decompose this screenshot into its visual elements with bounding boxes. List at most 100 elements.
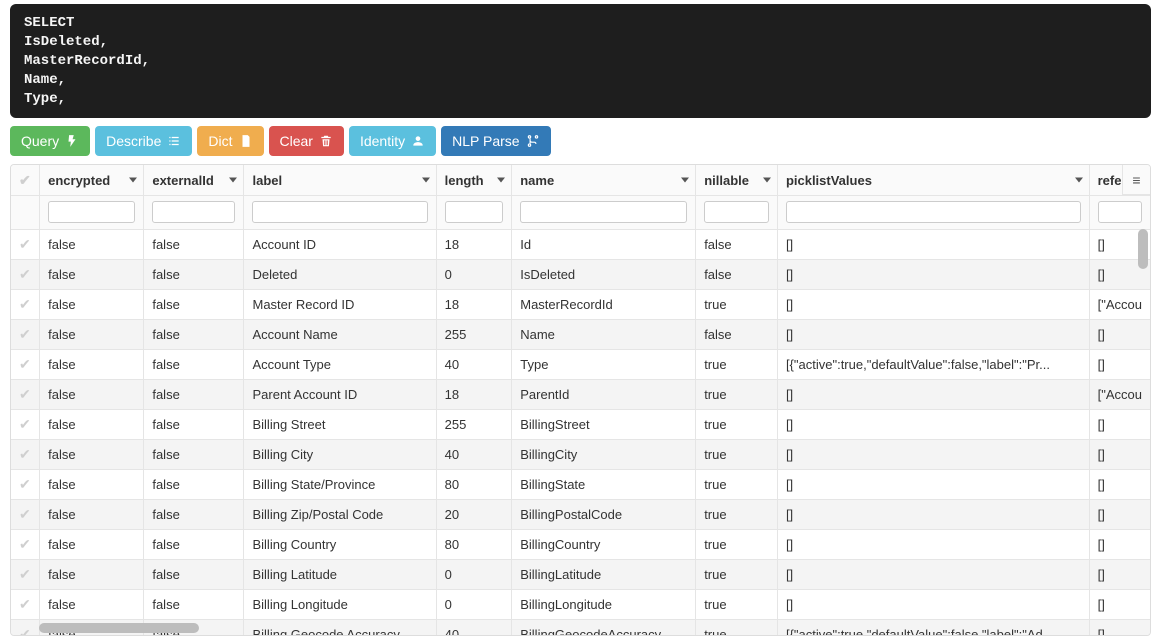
row-select[interactable]: ✔: [11, 319, 40, 349]
header-externalid[interactable]: externalId: [144, 165, 244, 195]
header-select-all[interactable]: ✔: [11, 165, 40, 195]
filter-encrypted-input[interactable]: [48, 201, 135, 223]
table-row[interactable]: ✔falsefalseAccount Name255Namefalse[][]: [11, 319, 1150, 349]
table-row[interactable]: ✔falsefalseAccount Type40Typetrue[{"acti…: [11, 349, 1150, 379]
chevron-down-icon: [129, 178, 137, 183]
row-select[interactable]: ✔: [11, 349, 40, 379]
cell-externalid: false: [144, 319, 244, 349]
header-name[interactable]: name: [512, 165, 696, 195]
cell-name: Name: [512, 319, 696, 349]
cell-encrypted: false: [40, 469, 144, 499]
horizontal-scrollbar-thumb[interactable]: [39, 623, 199, 633]
filter-label-input[interactable]: [252, 201, 427, 223]
filter-length-input[interactable]: [445, 201, 504, 223]
check-icon: ✔: [19, 236, 31, 252]
cell-length: 18: [436, 379, 512, 409]
cell-length: 255: [436, 409, 512, 439]
filter-name-input[interactable]: [520, 201, 687, 223]
cell-name: Id: [512, 229, 696, 259]
check-icon: ✔: [19, 326, 31, 342]
cell-nillable: true: [696, 469, 778, 499]
cell-name: BillingStreet: [512, 409, 696, 439]
row-select[interactable]: ✔: [11, 529, 40, 559]
identity-button[interactable]: Identity: [349, 126, 436, 156]
query-button[interactable]: Query: [10, 126, 90, 156]
describe-button-label: Describe: [106, 133, 161, 149]
cell-label: Deleted: [244, 259, 436, 289]
describe-button[interactable]: Describe: [95, 126, 192, 156]
vertical-scrollbar-thumb[interactable]: [1138, 229, 1148, 269]
table-row[interactable]: ✔falsefalseBilling State/Province80Billi…: [11, 469, 1150, 499]
row-select[interactable]: ✔: [11, 499, 40, 529]
cell-encrypted: false: [40, 259, 144, 289]
list-icon: [167, 134, 181, 148]
filter-nillable-input[interactable]: [704, 201, 769, 223]
sql-editor-panel[interactable]: SELECT IsDeleted, MasterRecordId, Name, …: [10, 4, 1151, 118]
cell-externalid: false: [144, 559, 244, 589]
cell-label: Billing Latitude: [244, 559, 436, 589]
table-row[interactable]: ✔falsefalseBilling Zip/Postal Code20Bill…: [11, 499, 1150, 529]
cell-encrypted: false: [40, 319, 144, 349]
query-button-label: Query: [21, 133, 59, 149]
cell-length: 80: [436, 469, 512, 499]
filter-reference-input[interactable]: [1098, 201, 1142, 223]
cell-externalid: false: [144, 379, 244, 409]
vertical-scrollbar[interactable]: [1138, 229, 1148, 633]
user-icon: [411, 134, 425, 148]
identity-button-label: Identity: [360, 133, 405, 149]
header-nillable[interactable]: nillable: [696, 165, 778, 195]
hamburger-icon: ≡: [1132, 172, 1140, 188]
cell-externalid: false: [144, 529, 244, 559]
cell-picklist: []: [777, 319, 1089, 349]
header-length[interactable]: length: [436, 165, 512, 195]
header-label[interactable]: label: [244, 165, 436, 195]
cell-picklist: []: [777, 469, 1089, 499]
row-select[interactable]: ✔: [11, 439, 40, 469]
cell-length: 18: [436, 289, 512, 319]
cell-picklist: []: [777, 229, 1089, 259]
table-row[interactable]: ✔falsefalseMaster Record ID18MasterRecor…: [11, 289, 1150, 319]
cell-label: Billing Zip/Postal Code: [244, 499, 436, 529]
sql-text[interactable]: SELECT IsDeleted, MasterRecordId, Name, …: [24, 14, 1137, 108]
row-select[interactable]: ✔: [11, 379, 40, 409]
header-nillable-label: nillable: [704, 173, 749, 188]
row-select[interactable]: ✔: [11, 469, 40, 499]
cell-name: BillingState: [512, 469, 696, 499]
chevron-down-icon: [229, 178, 237, 183]
data-grid: ≡ ✔ encrypted externalId label length na…: [10, 164, 1151, 636]
grid-menu-button[interactable]: ≡: [1122, 165, 1150, 195]
cell-nillable: false: [696, 319, 778, 349]
table-row[interactable]: ✔falsefalseAccount ID18Idfalse[][]: [11, 229, 1150, 259]
filter-picklist-input[interactable]: [786, 201, 1081, 223]
cell-nillable: true: [696, 379, 778, 409]
trash-icon: [319, 134, 333, 148]
check-icon: ✔: [19, 416, 31, 432]
cell-label: Account ID: [244, 229, 436, 259]
cell-encrypted: false: [40, 529, 144, 559]
header-picklist[interactable]: picklistValues: [777, 165, 1089, 195]
table-row[interactable]: ✔falsefalseBilling Street255BillingStree…: [11, 409, 1150, 439]
table-row[interactable]: ✔falsefalseDeleted0IsDeletedfalse[][]: [11, 259, 1150, 289]
clear-button[interactable]: Clear: [269, 126, 344, 156]
table-row[interactable]: ✔falsefalseParent Account ID18ParentIdtr…: [11, 379, 1150, 409]
dict-button[interactable]: Dict: [197, 126, 263, 156]
row-select[interactable]: ✔: [11, 619, 40, 635]
row-select[interactable]: ✔: [11, 409, 40, 439]
row-select[interactable]: ✔: [11, 229, 40, 259]
chevron-down-icon: [422, 178, 430, 183]
cell-externalid: false: [144, 469, 244, 499]
check-icon: ✔: [19, 566, 31, 582]
filter-externalid-input[interactable]: [152, 201, 235, 223]
table-row[interactable]: ✔falsefalseBilling Latitude0BillingLatit…: [11, 559, 1150, 589]
header-encrypted[interactable]: encrypted: [40, 165, 144, 195]
cell-picklist: []: [777, 499, 1089, 529]
row-select[interactable]: ✔: [11, 559, 40, 589]
cell-nillable: false: [696, 229, 778, 259]
row-select[interactable]: ✔: [11, 259, 40, 289]
table-row[interactable]: ✔falsefalseBilling City40BillingCitytrue…: [11, 439, 1150, 469]
horizontal-scrollbar[interactable]: [39, 623, 1136, 633]
row-select[interactable]: ✔: [11, 289, 40, 319]
chevron-down-icon: [497, 178, 505, 183]
nlp-parse-button[interactable]: NLP Parse: [441, 126, 550, 156]
table-row[interactable]: ✔falsefalseBilling Country80BillingCount…: [11, 529, 1150, 559]
